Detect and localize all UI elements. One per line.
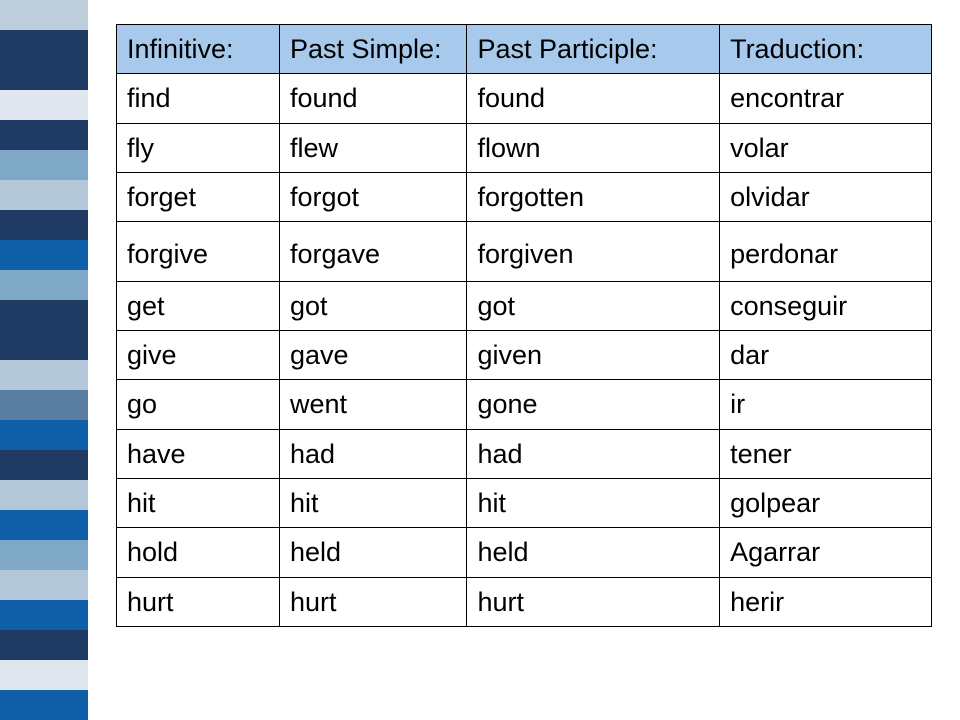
sidebar-stripe bbox=[0, 600, 88, 630]
decorative-sidebar bbox=[0, 0, 88, 720]
cell-infinitive: hold bbox=[117, 528, 280, 577]
cell-past_participle: got bbox=[467, 281, 720, 330]
cell-traduction: herir bbox=[720, 577, 932, 626]
sidebar-stripe bbox=[0, 690, 88, 720]
cell-past_participle: had bbox=[467, 429, 720, 478]
table-row: forgiveforgaveforgivenperdonar bbox=[117, 222, 932, 281]
table-row: hurthurthurtherir bbox=[117, 577, 932, 626]
cell-traduction: dar bbox=[720, 331, 932, 380]
header-past-simple: Past Simple: bbox=[280, 25, 467, 74]
sidebar-stripe bbox=[0, 0, 88, 30]
cell-past_simple: gave bbox=[280, 331, 467, 380]
sidebar-stripe bbox=[0, 270, 88, 300]
cell-traduction: golpear bbox=[720, 479, 932, 528]
cell-past_participle: hurt bbox=[467, 577, 720, 626]
cell-infinitive: get bbox=[117, 281, 280, 330]
sidebar-stripe bbox=[0, 540, 88, 570]
table-header-row: Infinitive: Past Simple: Past Participle… bbox=[117, 25, 932, 74]
cell-infinitive: give bbox=[117, 331, 280, 380]
cell-past_simple: got bbox=[280, 281, 467, 330]
cell-past_participle: hit bbox=[467, 479, 720, 528]
table-row: hithithitgolpear bbox=[117, 479, 932, 528]
cell-traduction: tener bbox=[720, 429, 932, 478]
sidebar-stripe bbox=[0, 210, 88, 240]
cell-infinitive: find bbox=[117, 74, 280, 123]
sidebar-stripe bbox=[0, 30, 88, 60]
cell-past_participle: forgiven bbox=[467, 222, 720, 281]
header-infinitive: Infinitive: bbox=[117, 25, 280, 74]
cell-past_simple: hit bbox=[280, 479, 467, 528]
cell-past_simple: flew bbox=[280, 123, 467, 172]
table-row: flyflewflownvolar bbox=[117, 123, 932, 172]
cell-traduction: olvidar bbox=[720, 173, 932, 222]
cell-past_simple: hurt bbox=[280, 577, 467, 626]
sidebar-stripe bbox=[0, 510, 88, 540]
cell-past_participle: forgotten bbox=[467, 173, 720, 222]
table-row: getgotgotconseguir bbox=[117, 281, 932, 330]
cell-infinitive: hit bbox=[117, 479, 280, 528]
verbs-table: Infinitive: Past Simple: Past Participle… bbox=[116, 24, 932, 627]
cell-past_simple: had bbox=[280, 429, 467, 478]
cell-past_simple: found bbox=[280, 74, 467, 123]
sidebar-stripe bbox=[0, 240, 88, 270]
sidebar-stripe bbox=[0, 390, 88, 420]
cell-infinitive: fly bbox=[117, 123, 280, 172]
sidebar-stripe bbox=[0, 330, 88, 360]
sidebar-stripe bbox=[0, 450, 88, 480]
sidebar-stripe bbox=[0, 570, 88, 600]
cell-past_participle: held bbox=[467, 528, 720, 577]
cell-past_simple: forgave bbox=[280, 222, 467, 281]
cell-traduction: perdonar bbox=[720, 222, 932, 281]
sidebar-stripe bbox=[0, 300, 88, 330]
cell-infinitive: have bbox=[117, 429, 280, 478]
sidebar-stripe bbox=[0, 90, 88, 120]
cell-infinitive: forget bbox=[117, 173, 280, 222]
cell-infinitive: go bbox=[117, 380, 280, 429]
header-traduction: Traduction: bbox=[720, 25, 932, 74]
cell-infinitive: hurt bbox=[117, 577, 280, 626]
sidebar-stripe bbox=[0, 360, 88, 390]
sidebar-stripe bbox=[0, 660, 88, 690]
cell-traduction: conseguir bbox=[720, 281, 932, 330]
sidebar-stripe bbox=[0, 630, 88, 660]
cell-past_simple: held bbox=[280, 528, 467, 577]
sidebar-stripe bbox=[0, 420, 88, 450]
cell-past_simple: went bbox=[280, 380, 467, 429]
cell-traduction: encontrar bbox=[720, 74, 932, 123]
cell-infinitive: forgive bbox=[117, 222, 280, 281]
table-row: findfoundfoundencontrar bbox=[117, 74, 932, 123]
cell-traduction: ir bbox=[720, 380, 932, 429]
sidebar-stripe bbox=[0, 180, 88, 210]
table-row: holdheldheldAgarrar bbox=[117, 528, 932, 577]
sidebar-stripe bbox=[0, 480, 88, 510]
cell-past_participle: gone bbox=[467, 380, 720, 429]
cell-past_participle: flown bbox=[467, 123, 720, 172]
cell-traduction: volar bbox=[720, 123, 932, 172]
cell-past_participle: found bbox=[467, 74, 720, 123]
table-row: havehadhadtener bbox=[117, 429, 932, 478]
sidebar-stripe bbox=[0, 60, 88, 90]
table-row: givegavegivendar bbox=[117, 331, 932, 380]
cell-traduction: Agarrar bbox=[720, 528, 932, 577]
header-past-participle: Past Participle: bbox=[467, 25, 720, 74]
main-content: Infinitive: Past Simple: Past Participle… bbox=[88, 0, 960, 720]
sidebar-stripe bbox=[0, 150, 88, 180]
cell-past_simple: forgot bbox=[280, 173, 467, 222]
table-row: gowentgoneir bbox=[117, 380, 932, 429]
cell-past_participle: given bbox=[467, 331, 720, 380]
table-row: forgetforgotforgottenolvidar bbox=[117, 173, 932, 222]
sidebar-stripe bbox=[0, 120, 88, 150]
